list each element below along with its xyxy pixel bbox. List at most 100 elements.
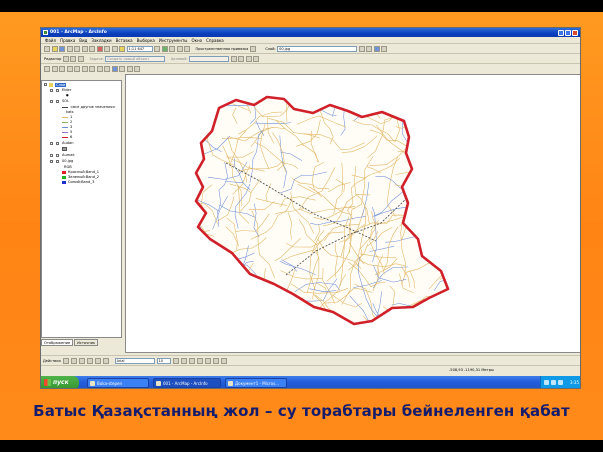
menu-bookmarks[interactable]: Закладки bbox=[91, 37, 111, 43]
whats-this-icon[interactable] bbox=[184, 45, 190, 52]
editor-dropdown-icon[interactable] bbox=[62, 55, 69, 62]
zoom-in-icon[interactable] bbox=[44, 66, 50, 72]
font-select[interactable]: Arial bbox=[114, 357, 155, 364]
layer-select[interactable]: 00.jpg bbox=[277, 45, 358, 52]
menu-file[interactable]: Файл bbox=[45, 37, 56, 43]
identify-icon[interactable] bbox=[111, 66, 118, 72]
task-select[interactable]: Создать новый объект bbox=[105, 55, 166, 62]
edit-vertices-icon[interactable] bbox=[102, 357, 109, 364]
toc-collapse-root[interactable] bbox=[44, 83, 47, 86]
print-icon[interactable] bbox=[66, 45, 73, 52]
tab-display[interactable]: Отображение bbox=[41, 339, 74, 346]
font-color-icon[interactable] bbox=[196, 357, 203, 364]
table-of-contents[interactable]: Слои Elder ● SOL <все другие значения> k… bbox=[41, 80, 122, 338]
select-elements-icon[interactable] bbox=[104, 66, 110, 72]
editor-toolbar-icon[interactable] bbox=[154, 45, 160, 52]
split-tool-icon[interactable] bbox=[230, 55, 237, 62]
menu-help[interactable]: Справка bbox=[206, 37, 224, 43]
close-button[interactable] bbox=[572, 29, 578, 36]
measure-icon[interactable] bbox=[126, 66, 133, 72]
network-tray-icon[interactable] bbox=[558, 380, 563, 385]
rotate-tool-icon[interactable] bbox=[238, 55, 245, 62]
copy-icon[interactable] bbox=[81, 45, 88, 52]
command-line-icon[interactable] bbox=[169, 45, 175, 52]
georef-shift-icon[interactable] bbox=[366, 45, 373, 52]
spatial-adjustment-label[interactable]: Пространственная привязка bbox=[196, 46, 249, 52]
toc-expand-raster[interactable] bbox=[50, 160, 53, 163]
editor-menu[interactable]: Редактор bbox=[44, 56, 61, 62]
toc-expand-aumak[interactable] bbox=[50, 154, 53, 157]
marker-color-icon[interactable] bbox=[220, 357, 227, 364]
fill-color-icon[interactable] bbox=[204, 357, 211, 364]
window-titlebar[interactable]: 001 - ArcMap - ArcInfo bbox=[41, 28, 580, 37]
taskbar-item-word[interactable]: Документ1 - Micros... bbox=[225, 378, 287, 388]
start-button[interactable]: пуск bbox=[41, 376, 79, 388]
edit-tool-icon[interactable] bbox=[70, 55, 77, 62]
text-tool-icon[interactable] bbox=[94, 357, 101, 364]
antivirus-tray-icon[interactable] bbox=[551, 380, 556, 385]
save-icon[interactable] bbox=[59, 45, 65, 52]
language-indicator-icon[interactable] bbox=[544, 380, 549, 385]
menu-tools[interactable]: Инструменты bbox=[159, 37, 188, 43]
toc-check-sol[interactable] bbox=[56, 100, 59, 103]
target-select[interactable] bbox=[189, 55, 230, 62]
cut-icon[interactable] bbox=[74, 45, 80, 52]
new-document-icon[interactable] bbox=[44, 45, 50, 52]
paste-icon[interactable] bbox=[89, 45, 95, 52]
redo-icon[interactable] bbox=[111, 45, 118, 52]
open-folder-icon[interactable] bbox=[51, 45, 58, 52]
forward-extent-icon[interactable] bbox=[89, 66, 95, 72]
hyperlink-icon[interactable] bbox=[134, 66, 140, 72]
help-icon[interactable] bbox=[176, 45, 183, 52]
link-table-icon[interactable] bbox=[381, 45, 388, 52]
rectangle-tool-icon[interactable] bbox=[86, 357, 93, 364]
attributes-icon[interactable] bbox=[245, 55, 252, 62]
italic-icon[interactable] bbox=[180, 357, 187, 364]
select-features-icon[interactable] bbox=[96, 66, 103, 72]
toc-layer-raster[interactable]: 00.jpg bbox=[62, 159, 73, 163]
tab-source[interactable]: Источник bbox=[74, 339, 99, 346]
underline-icon[interactable] bbox=[188, 357, 195, 364]
toc-check-aumak[interactable] bbox=[56, 154, 59, 157]
full-extent-icon[interactable] bbox=[74, 66, 80, 72]
clock[interactable]: 3:35 bbox=[570, 380, 579, 385]
toc-expand-audan[interactable] bbox=[50, 142, 53, 145]
font-size-select[interactable]: 10 bbox=[156, 357, 171, 364]
maximize-button[interactable] bbox=[565, 29, 571, 36]
scale-field[interactable]: 1:11 647 bbox=[126, 45, 153, 52]
pan-icon[interactable] bbox=[66, 66, 73, 72]
add-control-points-icon[interactable] bbox=[373, 45, 380, 52]
map-view[interactable] bbox=[125, 74, 580, 353]
add-data-icon[interactable] bbox=[119, 45, 125, 52]
toc-layer-elder[interactable]: Elder bbox=[62, 88, 71, 92]
toc-expand-sol[interactable] bbox=[50, 100, 53, 103]
line-color-icon[interactable] bbox=[212, 357, 219, 364]
fixed-zoom-icon[interactable] bbox=[59, 66, 65, 72]
taskbar-item-arcmap[interactable]: 001 - ArcMap - ArcInfo bbox=[153, 378, 221, 388]
draw-actions-menu[interactable]: Действия bbox=[43, 358, 61, 364]
toc-expand-elder[interactable] bbox=[50, 89, 53, 92]
rotate-element-icon[interactable] bbox=[70, 357, 77, 364]
bold-icon[interactable] bbox=[172, 357, 179, 364]
toc-layer-sol[interactable]: SOL bbox=[62, 99, 69, 103]
select-elements-tool-icon[interactable] bbox=[62, 357, 69, 364]
zoom-whole-page-icon[interactable] bbox=[78, 357, 85, 364]
georef-rotate-icon[interactable] bbox=[358, 45, 365, 52]
sketch-tool-icon[interactable] bbox=[77, 55, 84, 62]
delete-icon[interactable] bbox=[96, 45, 103, 52]
arctoolbox-icon[interactable] bbox=[161, 45, 168, 52]
menu-insert[interactable]: Вставка bbox=[116, 37, 133, 43]
taskbar-item-folder[interactable]: Boka-stepen bbox=[87, 378, 149, 388]
toc-check-elder[interactable] bbox=[56, 89, 59, 92]
menu-selection[interactable]: Выборка bbox=[137, 37, 155, 43]
undo-icon[interactable] bbox=[104, 45, 110, 52]
back-extent-icon[interactable] bbox=[81, 66, 88, 72]
find-icon[interactable] bbox=[119, 66, 125, 72]
zoom-out-icon[interactable] bbox=[51, 66, 58, 72]
minimize-button[interactable] bbox=[558, 29, 564, 36]
sketch-properties-icon[interactable] bbox=[253, 55, 260, 62]
toc-check-raster[interactable] bbox=[56, 160, 59, 163]
toc-layer-aumak[interactable]: Aumak bbox=[62, 153, 75, 157]
toc-check-audan[interactable] bbox=[56, 142, 59, 145]
menu-edit[interactable]: Правка bbox=[60, 37, 75, 43]
